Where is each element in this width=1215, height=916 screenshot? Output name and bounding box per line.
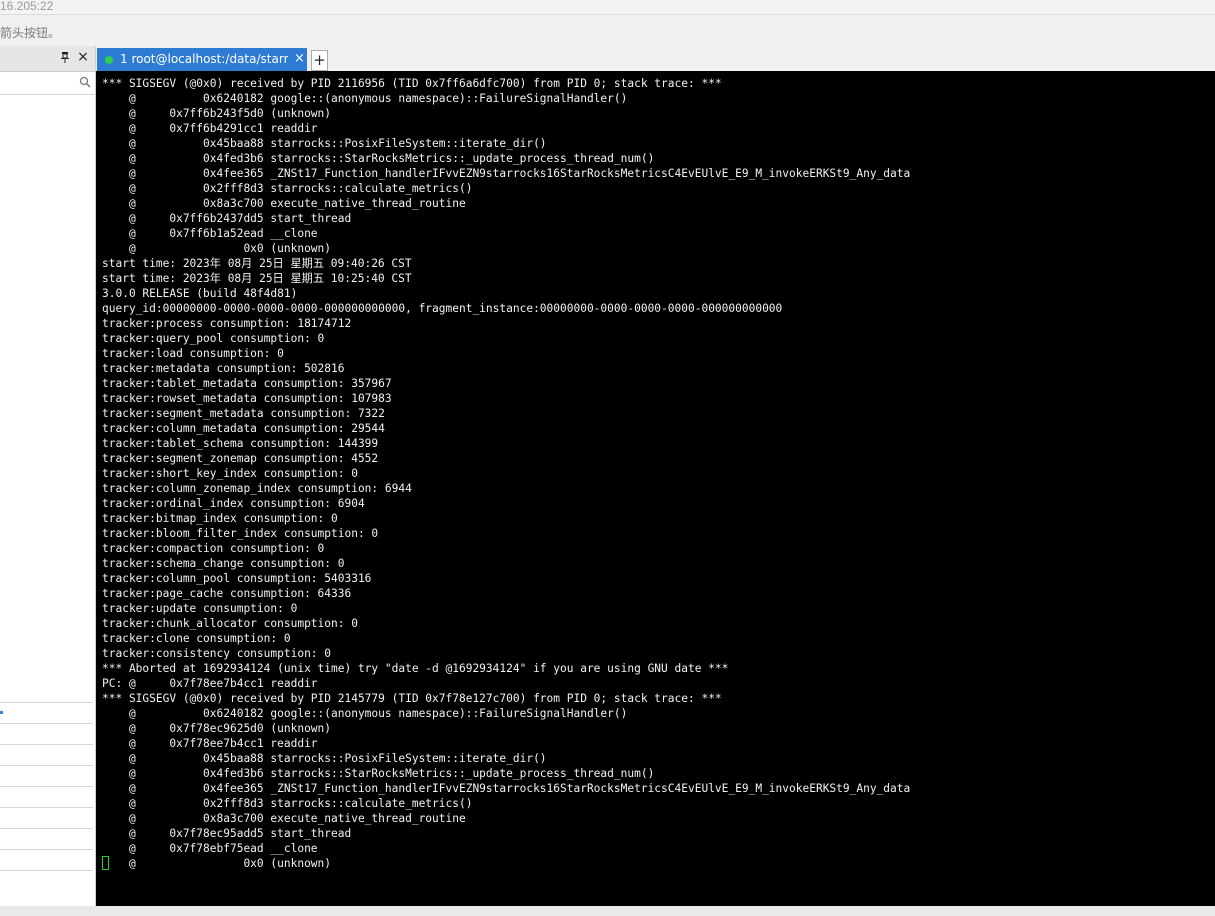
- terminal-line: *** SIGSEGV (@0x0) received by PID 21169…: [102, 77, 722, 90]
- terminal-line: tracker:update consumption: 0: [102, 602, 298, 615]
- terminal-line: tracker:column_metadata consumption: 295…: [102, 422, 385, 435]
- list-item[interactable]: [0, 724, 93, 745]
- terminal-line: PC: @ 0x7f78ee7b4cc1 readdir: [102, 677, 318, 690]
- list-item[interactable]: [0, 702, 93, 724]
- session-panel: ×: [0, 46, 96, 906]
- close-icon[interactable]: ×: [77, 50, 89, 64]
- terminal-line: *** SIGSEGV (@0x0) received by PID 21457…: [102, 692, 722, 705]
- terminal-line: @ 0x7ff6b1a52ead __clone: [102, 227, 318, 240]
- terminal-line: @ 0x6240182 google::(anonymous namespace…: [102, 707, 628, 720]
- terminal-line: tracker:metadata consumption: 502816: [102, 362, 345, 375]
- search-icon[interactable]: [79, 76, 91, 88]
- terminal-line: start time: 2023年 08月 25日 星期五 09:40:26 C…: [102, 257, 412, 270]
- property-list: [0, 702, 95, 871]
- session-panel-header: ×: [0, 46, 95, 72]
- terminal-line: @ 0x45baa88 starrocks::PosixFileSystem::…: [102, 752, 547, 765]
- terminal-line: tracker:page_cache consumption: 64336: [102, 587, 352, 600]
- list-item[interactable]: [0, 808, 93, 829]
- terminal-line: tracker:short_key_index consumption: 0: [102, 467, 358, 480]
- host-address: 16.205:22: [0, 0, 54, 13]
- terminal-line: @ 0x7ff6b243f5d0 (unknown): [102, 107, 332, 120]
- terminal-line: tracker:bitmap_index consumption: 0: [102, 512, 338, 525]
- terminal-line: @ 0x2fff8d3 starrocks::calculate_metrics…: [102, 797, 473, 810]
- terminal-line: *** Aborted at 1692934124 (unix time) tr…: [102, 662, 729, 675]
- terminal-line: @ 0x45baa88 starrocks::PosixFileSystem::…: [102, 137, 547, 150]
- terminal-line: tracker:column_pool consumption: 5403316: [102, 572, 372, 585]
- terminal-text: *** SIGSEGV (@0x0) received by PID 21169…: [102, 76, 910, 871]
- terminal-line: 3.0.0 RELEASE (build 48f4d81): [102, 287, 298, 300]
- title-bar: 16.205:22: [0, 0, 1215, 15]
- terminal-output[interactable]: *** SIGSEGV (@0x0) received by PID 21169…: [96, 71, 1215, 906]
- status-bar: [0, 906, 1215, 916]
- tab-label: 1 root@localhost:/data/starro...: [120, 52, 288, 66]
- connection-status-icon: [105, 56, 113, 64]
- terminal-line: tracker:column_zonemap_index consumption…: [102, 482, 412, 495]
- terminal-cursor: [102, 856, 109, 870]
- terminal-line: @ 0x7ff6b4291cc1 readdir: [102, 122, 318, 135]
- tab-close-icon[interactable]: ×: [294, 51, 305, 66]
- terminal-line: @ 0x4fed3b6 starrocks::StarRocksMetrics:…: [102, 152, 655, 165]
- terminal-line: @ 0x4fee365 _ZNSt17_Function_handlerIFvv…: [102, 167, 911, 180]
- terminal-line: @ 0x7f78ebf75ead __clone: [102, 842, 318, 855]
- terminal-line: tracker:clone consumption: 0: [102, 632, 291, 645]
- session-search-input[interactable]: [0, 72, 95, 95]
- terminal-line: tracker:bloom_filter_index consumption: …: [102, 527, 379, 540]
- pin-icon-graphic: [61, 52, 69, 63]
- hint-bar: 箭头按钮。: [0, 15, 1215, 45]
- list-item[interactable]: [0, 787, 93, 808]
- terminal-line: @ 0x4fee365 _ZNSt17_Function_handlerIFvv…: [102, 782, 911, 795]
- hint-text: 箭头按钮。: [0, 26, 61, 40]
- terminal-line: @ 0x7f78ee7b4cc1 readdir: [102, 737, 318, 750]
- terminal-line: tracker:tablet_schema consumption: 14439…: [102, 437, 379, 450]
- terminal-line: @ 0x7ff6b2437dd5 start_thread: [102, 212, 352, 225]
- terminal-line: tracker:tablet_metadata consumption: 357…: [102, 377, 392, 390]
- list-item[interactable]: [0, 766, 93, 787]
- list-item[interactable]: [0, 745, 93, 766]
- terminal-line: @ 0x7f78ec95add5 start_thread: [102, 827, 352, 840]
- terminal-line: @ 0x8a3c700 execute_native_thread_routin…: [102, 812, 466, 825]
- list-item[interactable]: [0, 850, 93, 871]
- terminal-line: tracker:segment_metadata consumption: 73…: [102, 407, 385, 420]
- terminal-line: tracker:query_pool consumption: 0: [102, 332, 325, 345]
- tab-bar: 1 root@localhost:/data/starro... × +: [96, 46, 1215, 71]
- terminal-line: @ 0x0 (unknown): [102, 242, 332, 255]
- pin-icon[interactable]: [60, 51, 70, 65]
- terminal-line: @ 0x2fff8d3 starrocks::calculate_metrics…: [102, 182, 473, 195]
- terminal-line: @ 0x8a3c700 execute_native_thread_routin…: [102, 197, 466, 210]
- terminal-line: tracker:ordinal_index consumption: 6904: [102, 497, 365, 510]
- terminal-line: start time: 2023年 08月 25日 星期五 10:25:40 C…: [102, 272, 412, 285]
- terminal-line: tracker:process consumption: 18174712: [102, 317, 352, 330]
- terminal-line: tracker:consistency consumption: 0: [102, 647, 332, 660]
- terminal-line: tracker:schema_change consumption: 0: [102, 557, 345, 570]
- terminal-line: tracker:rowset_metadata consumption: 107…: [102, 392, 392, 405]
- terminal-line: tracker:chunk_allocator consumption: 0: [102, 617, 358, 630]
- terminal-line: @ 0x4fed3b6 starrocks::StarRocksMetrics:…: [102, 767, 655, 780]
- terminal-line: query_id:00000000-0000-0000-0000-0000000…: [102, 302, 783, 315]
- terminal-line: tracker:load consumption: 0: [102, 347, 284, 360]
- list-item[interactable]: [0, 829, 93, 850]
- new-tab-button[interactable]: +: [311, 50, 328, 71]
- terminal-line: @ 0x6240182 google::(anonymous namespace…: [102, 92, 628, 105]
- tab-session-1[interactable]: 1 root@localhost:/data/starro... ×: [97, 48, 307, 71]
- terminal-line: @ 0x0 (unknown): [102, 857, 332, 870]
- terminal-line: tracker:segment_zonemap consumption: 455…: [102, 452, 379, 465]
- terminal-line: @ 0x7f78ec9625d0 (unknown): [102, 722, 332, 735]
- terminal-line: tracker:compaction consumption: 0: [102, 542, 325, 555]
